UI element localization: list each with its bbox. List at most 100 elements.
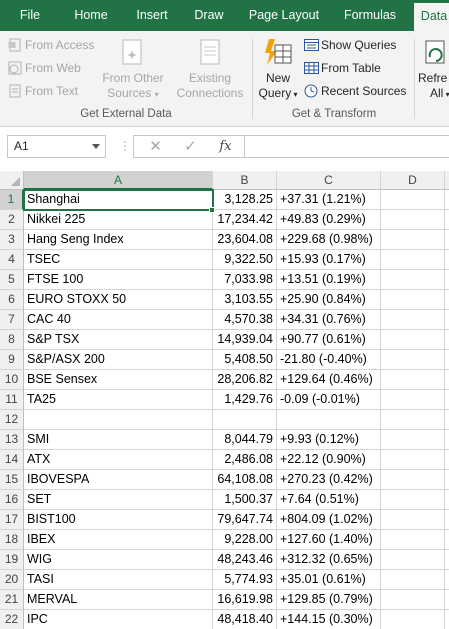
cell-a[interactable]: IBEX (24, 530, 213, 550)
cell-c[interactable]: +49.83 (0.29%) (277, 210, 381, 230)
cell-c[interactable] (277, 410, 381, 430)
cell-a[interactable]: S&P/ASX 200 (24, 350, 213, 370)
cell-d[interactable] (381, 510, 445, 530)
cell-c[interactable]: +270.23 (0.42%) (277, 470, 381, 490)
cell-a[interactable]: BSE Sensex (24, 370, 213, 390)
column-header-a[interactable]: A (24, 171, 213, 190)
cell-b[interactable]: 1,500.37 (213, 490, 277, 510)
cell-a[interactable]: TASI (24, 570, 213, 590)
row-header[interactable]: 2 (0, 210, 24, 230)
cell-a[interactable]: IBOVESPA (24, 470, 213, 490)
cell-c[interactable]: +144.15 (0.30%) (277, 610, 381, 629)
cell-a[interactable]: WIG (24, 550, 213, 570)
cell-c[interactable]: +13.51 (0.19%) (277, 270, 381, 290)
cell-d[interactable] (381, 210, 445, 230)
cell-b[interactable]: 1,429.76 (213, 390, 277, 410)
row-header[interactable]: 3 (0, 230, 24, 250)
cell-d[interactable] (381, 590, 445, 610)
cell-d[interactable] (381, 270, 445, 290)
cell-e[interactable] (445, 470, 449, 490)
from-table-button[interactable]: From Table (304, 61, 381, 75)
cell-b[interactable]: 14,939.04 (213, 330, 277, 350)
cell-a[interactable]: MERVAL (24, 590, 213, 610)
cell-a[interactable]: EURO STOXX 50 (24, 290, 213, 310)
cell-d[interactable] (381, 190, 445, 210)
chevron-down-icon[interactable] (92, 144, 100, 149)
cell-e[interactable] (445, 370, 449, 390)
cell-e[interactable] (445, 310, 449, 330)
cell-d[interactable] (381, 430, 445, 450)
cell-c[interactable]: +37.31 (1.21%) (277, 190, 381, 210)
tab-insert[interactable]: Insert (129, 0, 175, 31)
cell-d[interactable] (381, 290, 445, 310)
cell-a[interactable]: ATX (24, 450, 213, 470)
cell-b[interactable]: 17,234.42 (213, 210, 277, 230)
tab-page-layout[interactable]: Page Layout (244, 0, 324, 31)
cell-e[interactable] (445, 250, 449, 270)
row-header[interactable]: 20 (0, 570, 24, 590)
select-all-button[interactable] (0, 171, 24, 190)
cell-c[interactable]: +90.77 (0.61%) (277, 330, 381, 350)
column-header-c[interactable]: C (277, 171, 381, 190)
cell-c[interactable]: +129.85 (0.79%) (277, 590, 381, 610)
cell-a[interactable]: TSEC (24, 250, 213, 270)
cell-d[interactable] (381, 370, 445, 390)
cell-b[interactable]: 5,774.93 (213, 570, 277, 590)
cancel-icon[interactable]: ✕ (139, 136, 172, 157)
cell-a[interactable]: SET (24, 490, 213, 510)
cell-d[interactable] (381, 250, 445, 270)
cell-e[interactable] (445, 550, 449, 570)
cell-a[interactable]: SMI (24, 430, 213, 450)
cell-b[interactable]: 9,228.00 (213, 530, 277, 550)
cell-e[interactable] (445, 430, 449, 450)
row-header[interactable]: 6 (0, 290, 24, 310)
cell-e[interactable] (445, 330, 449, 350)
row-header[interactable]: 16 (0, 490, 24, 510)
row-header[interactable]: 11 (0, 390, 24, 410)
cell-d[interactable] (381, 410, 445, 430)
tab-home[interactable]: Home (68, 0, 114, 31)
cell-c[interactable]: +35.01 (0.61%) (277, 570, 381, 590)
row-header[interactable]: 10 (0, 370, 24, 390)
cell-b[interactable]: 7,033.98 (213, 270, 277, 290)
cell-c[interactable]: +25.90 (0.84%) (277, 290, 381, 310)
cell-b[interactable]: 5,408.50 (213, 350, 277, 370)
existing-connections-button[interactable]: Existing Connections (172, 37, 248, 101)
cell-e[interactable] (445, 390, 449, 410)
cell-e[interactable] (445, 490, 449, 510)
cell-c[interactable]: -0.09 (-0.01%) (277, 390, 381, 410)
cell-a[interactable]: Nikkei 225 (24, 210, 213, 230)
refresh-all-button[interactable]: Refre All ▾ (418, 37, 449, 102)
cell-b[interactable]: 3,128.25 (213, 190, 277, 210)
cell-a[interactable]: Shanghai (24, 190, 213, 210)
cell-c[interactable]: +34.31 (0.76%) (277, 310, 381, 330)
insert-function-icon[interactable]: fx (209, 136, 242, 157)
tab-formulas[interactable]: Formulas (336, 0, 404, 31)
cell-e[interactable] (445, 590, 449, 610)
cell-b[interactable]: 79,647.74 (213, 510, 277, 530)
row-header[interactable]: 22 (0, 610, 24, 629)
row-header[interactable]: 7 (0, 310, 24, 330)
cell-b[interactable]: 9,322.50 (213, 250, 277, 270)
row-header[interactable]: 18 (0, 530, 24, 550)
cell-e[interactable] (445, 450, 449, 470)
column-header-e[interactable] (445, 171, 449, 190)
tab-file[interactable]: File (12, 0, 48, 31)
cell-d[interactable] (381, 390, 445, 410)
cell-e[interactable] (445, 570, 449, 590)
tab-data[interactable]: Data (414, 3, 449, 31)
cell-d[interactable] (381, 310, 445, 330)
cell-d[interactable] (381, 550, 445, 570)
row-header[interactable]: 8 (0, 330, 24, 350)
cell-a[interactable]: CAC 40 (24, 310, 213, 330)
cell-b[interactable]: 64,108.08 (213, 470, 277, 490)
cell-c[interactable]: +9.93 (0.12%) (277, 430, 381, 450)
row-header[interactable]: 14 (0, 450, 24, 470)
cell-b[interactable]: 3,103.55 (213, 290, 277, 310)
enter-icon[interactable]: ✓ (174, 136, 207, 157)
cell-b[interactable]: 23,604.08 (213, 230, 277, 250)
cell-c[interactable]: +312.32 (0.65%) (277, 550, 381, 570)
cell-d[interactable] (381, 350, 445, 370)
row-header[interactable]: 4 (0, 250, 24, 270)
cell-c[interactable]: -21.80 (-0.40%) (277, 350, 381, 370)
